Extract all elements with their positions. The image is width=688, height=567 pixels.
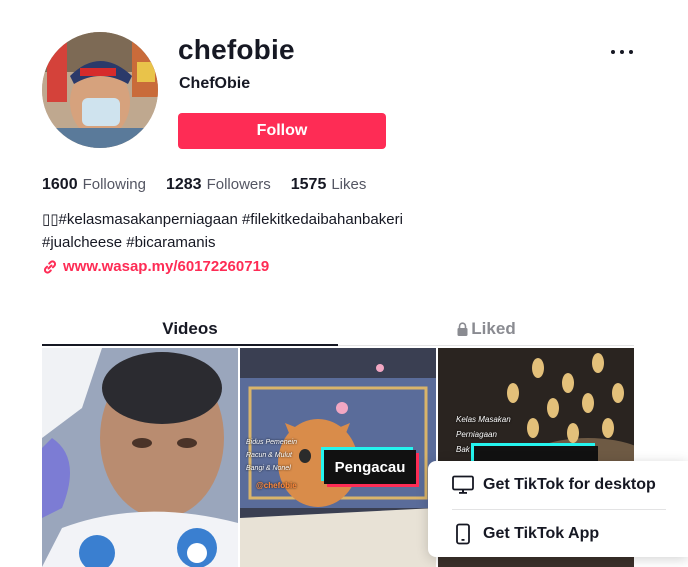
- video-caption: Bidus Pemenein Racun & Mulut Bangi & Non…: [246, 439, 297, 472]
- monitor-icon: [452, 475, 474, 494]
- stat-followers[interactable]: 1283 Followers: [166, 176, 271, 194]
- get-desktop-button[interactable]: Get TikTok for desktop: [452, 475, 656, 495]
- tab-videos-label: Videos: [162, 318, 218, 338]
- get-app-button[interactable]: Get TikTok App: [452, 523, 599, 545]
- more-options-icon[interactable]: [608, 42, 636, 62]
- tab-liked-label: Liked: [471, 318, 516, 338]
- link-icon: [43, 259, 57, 274]
- profile-username: chefobie: [178, 34, 295, 65]
- get-app-label: Get TikTok App: [483, 525, 600, 542]
- bio-line: #jualcheese #bicaramanis: [42, 234, 216, 251]
- video-thumbnail[interactable]: Bidus Pemenein Racun & Mulut Bangi & Non…: [240, 348, 436, 567]
- profile-stats: 1600 Following 1283 Followers 1575 Likes: [42, 176, 386, 194]
- profile-tabs: Videos Liked: [42, 312, 634, 346]
- get-desktop-label: Get TikTok for desktop: [483, 476, 656, 493]
- stat-followers-label: Followers: [206, 176, 271, 193]
- popup-divider: [452, 509, 666, 510]
- follow-button[interactable]: Follow: [178, 113, 386, 149]
- get-app-popup: Get TikTok for desktop Get TikTok App: [428, 461, 688, 557]
- tab-videos[interactable]: Videos: [42, 312, 338, 346]
- video-tag: Pengacau: [324, 450, 416, 484]
- video-thumbnail[interactable]: [42, 348, 238, 567]
- stat-likes: 1575 Likes: [291, 176, 367, 194]
- stat-likes-count: 1575: [290, 176, 327, 193]
- bio-line: ▯▯#kelasmasakanperniagaan #filekitkedaib…: [42, 211, 403, 228]
- profile-link-text: www.wasap.my/60172260719: [63, 258, 270, 275]
- lock-icon: [457, 321, 468, 336]
- profile-nickname: ChefObie: [179, 75, 251, 92]
- stat-following-count: 1600: [42, 176, 78, 193]
- phone-icon: [456, 523, 470, 545]
- profile-link[interactable]: www.wasap.my/60172260719: [42, 258, 269, 275]
- profile-avatar[interactable]: [42, 32, 158, 148]
- stat-likes-label: Likes: [331, 176, 367, 193]
- profile-bio: ▯▯#kelasmasakanperniagaan #filekitkedaib…: [42, 208, 462, 254]
- video-handle: @chefobie: [256, 481, 297, 490]
- stat-followers-count: 1283: [165, 176, 202, 193]
- stat-following[interactable]: 1600 Following: [42, 176, 146, 194]
- stat-following-label: Following: [82, 176, 146, 193]
- tab-liked[interactable]: Liked: [338, 312, 634, 345]
